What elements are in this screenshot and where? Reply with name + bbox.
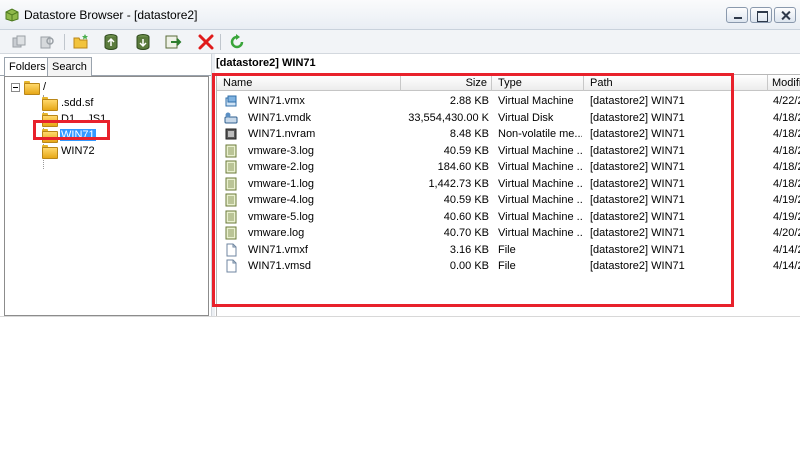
- file-modified: 4/22/2: [773, 95, 800, 107]
- left-pane: Folders Search / .sdd.sf D1....JS1 WIN71…: [0, 54, 211, 316]
- datastore-icon: [5, 8, 19, 22]
- tab-search[interactable]: Search: [47, 57, 92, 76]
- window-title: Datastore Browser - [datastore2]: [24, 8, 198, 22]
- title-bar: Datastore Browser - [datastore2]: [0, 0, 800, 30]
- toolbar: [0, 30, 800, 54]
- download-icon[interactable]: [134, 33, 152, 51]
- tree-item-sdd-sf[interactable]: .sdd.sf: [42, 95, 94, 111]
- tree-item-label: /: [43, 81, 47, 93]
- tree-collapse-toggle[interactable]: [11, 83, 20, 92]
- minimize-button[interactable]: [726, 7, 748, 23]
- empty-area: [0, 316, 800, 469]
- minimize-icon: [727, 8, 747, 22]
- browse-icon[interactable]: [38, 33, 56, 51]
- file-modified: 4/19/2: [773, 210, 800, 223]
- folder-icon: [24, 81, 40, 95]
- file-modified: 4/18/2: [773, 128, 800, 140]
- folder-icon: [42, 145, 58, 159]
- column-header-modified[interactable]: Modifi: [768, 75, 800, 91]
- file-modified: 4/14/2: [773, 260, 800, 272]
- tab-folders[interactable]: Folders: [4, 57, 51, 77]
- file-modified: 4/14/2: [773, 243, 800, 256]
- new-folder-icon[interactable]: [72, 33, 90, 51]
- file-modified: 4/18/2: [773, 111, 800, 124]
- maximize-icon: [751, 8, 771, 22]
- tab-strip: Folders Search: [0, 54, 211, 77]
- move-icon[interactable]: [10, 33, 28, 51]
- delete-icon[interactable]: [197, 33, 215, 51]
- tree-item-label: WIN72: [61, 145, 95, 157]
- current-path-title: [datastore2] WIN71: [216, 57, 316, 69]
- folder-tree[interactable]: / .sdd.sf D1....JS1 WIN71 WIN72: [4, 76, 209, 316]
- file-modified: 4/20/2: [773, 227, 800, 239]
- file-modified: 4/18/2: [773, 177, 800, 190]
- refresh-icon[interactable]: [228, 33, 246, 51]
- file-modified: 4/19/2: [773, 194, 800, 206]
- folder-icon: [42, 97, 58, 111]
- maximize-button[interactable]: [750, 7, 772, 23]
- close-icon: [775, 8, 795, 22]
- register-vm-icon[interactable]: [164, 33, 182, 51]
- file-modified: 4/18/2: [773, 161, 800, 173]
- tree-item-label: .sdd.sf: [61, 97, 94, 109]
- file-modified: 4/18/2: [773, 144, 800, 157]
- highlight-box-file-list: [212, 73, 734, 307]
- close-button[interactable]: [774, 7, 796, 23]
- tree-item-root[interactable]: /: [24, 79, 47, 95]
- highlight-box-folder: [33, 120, 110, 140]
- upload-icon[interactable]: [102, 33, 120, 51]
- tree-item-win72[interactable]: WIN72: [42, 143, 96, 159]
